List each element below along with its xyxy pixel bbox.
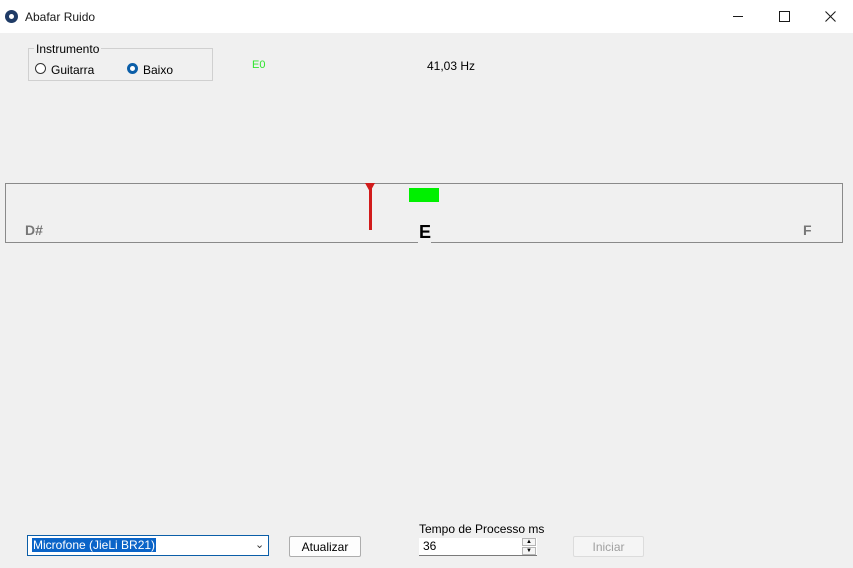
chevron-down-icon[interactable]: ⌄ (255, 538, 264, 551)
frequency-readout: 41,03 Hz (427, 59, 476, 73)
tuner-note-right: F (803, 222, 812, 238)
instrument-group-label: Instrumento (34, 42, 102, 56)
close-button[interactable] (807, 0, 853, 33)
radio-selected-dot (130, 66, 135, 71)
process-time-label: Tempo de Processo ms (419, 522, 545, 536)
tuner-note-center: E (419, 222, 432, 242)
maximize-button[interactable] (761, 0, 807, 33)
paw-icon (5, 10, 18, 23)
close-icon (824, 11, 836, 22)
detected-note-code: E0 (252, 59, 266, 71)
in-tune-indicator (409, 188, 439, 202)
radio-guitarra-label[interactable]: Guitarra (51, 63, 94, 77)
minimize-icon (733, 16, 743, 17)
stepper-up-icon[interactable]: ▲ (522, 538, 536, 546)
refresh-button[interactable]: Atualizar (289, 536, 361, 557)
tuner-note-left: D# (25, 222, 43, 238)
process-time-stepper[interactable] (419, 538, 537, 556)
minimize-button[interactable] (715, 0, 761, 33)
stepper-down-icon[interactable]: ▼ (522, 547, 536, 555)
radio-guitarra[interactable] (35, 63, 46, 74)
start-button[interactable]: Iniciar (573, 536, 644, 557)
device-select-value[interactable]: Microfone (JieLi BR21) (32, 538, 157, 552)
maximize-icon (778, 11, 790, 22)
window-title: Abafar Ruido (25, 10, 96, 24)
process-time-value[interactable]: 36 (423, 539, 436, 553)
radio-baixo-label[interactable]: Baixo (143, 63, 173, 77)
tuner-needle (369, 186, 372, 230)
